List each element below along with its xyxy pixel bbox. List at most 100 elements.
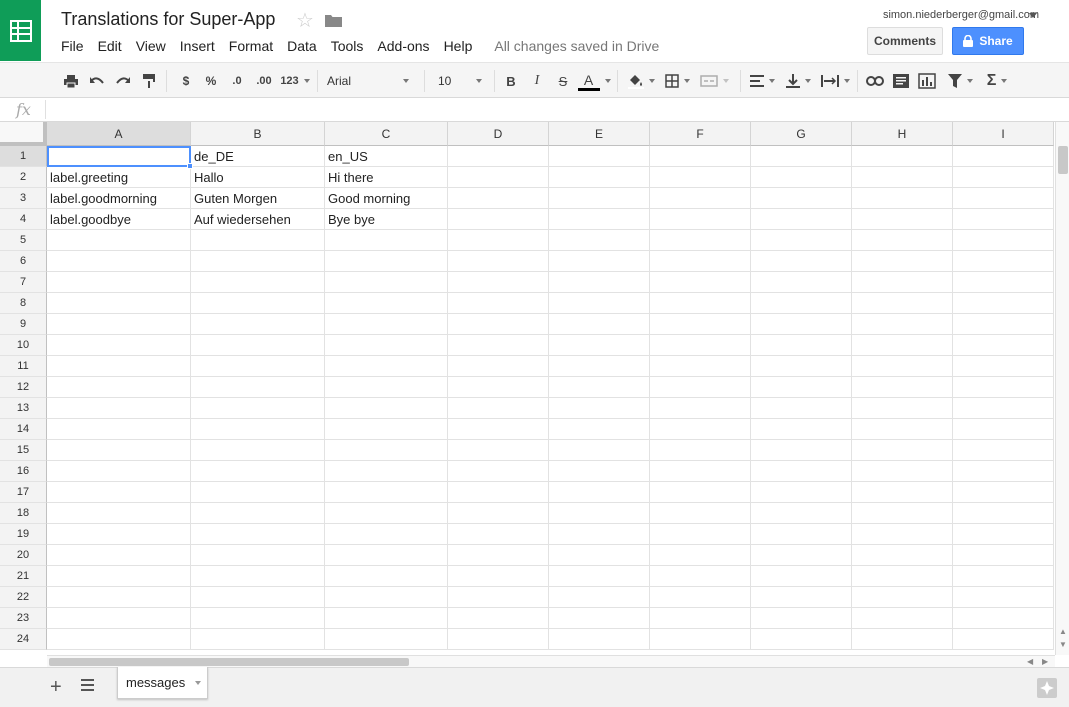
cell-g14[interactable] — [751, 419, 852, 440]
menu-file[interactable]: File — [54, 36, 91, 56]
select-all-corner[interactable] — [0, 122, 47, 146]
menu-view[interactable]: View — [129, 36, 173, 56]
italic-button[interactable]: I — [528, 70, 546, 92]
cell-d17[interactable] — [448, 482, 549, 503]
cell-i22[interactable] — [953, 587, 1054, 608]
cell-i15[interactable] — [953, 440, 1054, 461]
column-header-e[interactable]: E — [549, 122, 650, 146]
cell-a12[interactable] — [47, 377, 191, 398]
cell-i3[interactable] — [953, 188, 1054, 209]
cell-c23[interactable] — [325, 608, 448, 629]
cell-i16[interactable] — [953, 461, 1054, 482]
increase-decimal-button[interactable]: .00 — [252, 70, 276, 92]
paint-format-icon[interactable] — [138, 70, 160, 92]
cell-b24[interactable] — [191, 629, 325, 650]
cell-b11[interactable] — [191, 356, 325, 377]
cell-i9[interactable] — [953, 314, 1054, 335]
cell-h24[interactable] — [852, 629, 953, 650]
cell-g13[interactable] — [751, 398, 852, 419]
cell-g3[interactable] — [751, 188, 852, 209]
cell-g8[interactable] — [751, 293, 852, 314]
cell-f13[interactable] — [650, 398, 751, 419]
cell-h17[interactable] — [852, 482, 953, 503]
column-header-d[interactable]: D — [448, 122, 549, 146]
row-header-14[interactable]: 14 — [0, 419, 47, 440]
cell-f18[interactable] — [650, 503, 751, 524]
cell-a16[interactable] — [47, 461, 191, 482]
cell-g19[interactable] — [751, 524, 852, 545]
cell-d14[interactable] — [448, 419, 549, 440]
bold-button[interactable]: B — [502, 70, 520, 92]
cell-h16[interactable] — [852, 461, 953, 482]
cell-a14[interactable] — [47, 419, 191, 440]
cell-e4[interactable] — [549, 209, 650, 230]
cell-c11[interactable] — [325, 356, 448, 377]
undo-icon[interactable] — [86, 70, 108, 92]
cell-d16[interactable] — [448, 461, 549, 482]
cell-i21[interactable] — [953, 566, 1054, 587]
fill-color-button[interactable] — [624, 70, 658, 92]
cell-i24[interactable] — [953, 629, 1054, 650]
cell-i12[interactable] — [953, 377, 1054, 398]
cell-d8[interactable] — [448, 293, 549, 314]
cell-c6[interactable] — [325, 251, 448, 272]
cell-a3[interactable]: label.goodmorning — [47, 188, 191, 209]
fill-handle[interactable] — [187, 163, 193, 169]
cell-g20[interactable] — [751, 545, 852, 566]
cell-c2[interactable]: Hi there — [325, 167, 448, 188]
cell-b16[interactable] — [191, 461, 325, 482]
scroll-right-icon[interactable]: ▶ — [1042, 657, 1048, 666]
scroll-down-icon[interactable]: ▼ — [1059, 640, 1067, 649]
cell-d12[interactable] — [448, 377, 549, 398]
cell-d7[interactable] — [448, 272, 549, 293]
cell-h1[interactable] — [852, 146, 953, 167]
cell-i18[interactable] — [953, 503, 1054, 524]
horizontal-scrollbar[interactable]: ◀ ▶ — [47, 655, 1055, 667]
cell-f5[interactable] — [650, 230, 751, 251]
cell-f3[interactable] — [650, 188, 751, 209]
cell-h13[interactable] — [852, 398, 953, 419]
column-header-i[interactable]: I — [953, 122, 1054, 146]
explore-button[interactable] — [1037, 678, 1057, 698]
cell-e22[interactable] — [549, 587, 650, 608]
cell-h6[interactable] — [852, 251, 953, 272]
menu-edit[interactable]: Edit — [91, 36, 129, 56]
row-header-22[interactable]: 22 — [0, 587, 47, 608]
cell-b10[interactable] — [191, 335, 325, 356]
cell-c19[interactable] — [325, 524, 448, 545]
folder-icon[interactable] — [325, 14, 342, 27]
sheet-list-icon[interactable] — [81, 679, 94, 691]
cell-c16[interactable] — [325, 461, 448, 482]
row-header-20[interactable]: 20 — [0, 545, 47, 566]
chevron-down-icon[interactable] — [195, 680, 202, 685]
cell-c21[interactable] — [325, 566, 448, 587]
cell-c18[interactable] — [325, 503, 448, 524]
row-header-4[interactable]: 4 — [0, 209, 47, 230]
cell-h21[interactable] — [852, 566, 953, 587]
cell-h22[interactable] — [852, 587, 953, 608]
cell-d24[interactable] — [448, 629, 549, 650]
cell-i14[interactable] — [953, 419, 1054, 440]
cell-g5[interactable] — [751, 230, 852, 251]
formula-input[interactable] — [48, 100, 1048, 119]
cell-h5[interactable] — [852, 230, 953, 251]
cell-b1[interactable]: de_DE — [191, 146, 325, 167]
cell-c9[interactable] — [325, 314, 448, 335]
cell-h14[interactable] — [852, 419, 953, 440]
cell-b17[interactable] — [191, 482, 325, 503]
row-header-21[interactable]: 21 — [0, 566, 47, 587]
cell-f24[interactable] — [650, 629, 751, 650]
column-header-b[interactable]: B — [191, 122, 325, 146]
cell-d13[interactable] — [448, 398, 549, 419]
cell-c7[interactable] — [325, 272, 448, 293]
row-header-9[interactable]: 9 — [0, 314, 47, 335]
cell-f22[interactable] — [650, 587, 751, 608]
currency-format-button[interactable]: $ — [176, 70, 196, 92]
cell-i19[interactable] — [953, 524, 1054, 545]
cell-f15[interactable] — [650, 440, 751, 461]
cell-e3[interactable] — [549, 188, 650, 209]
row-header-12[interactable]: 12 — [0, 377, 47, 398]
cell-f14[interactable] — [650, 419, 751, 440]
menu-data[interactable]: Data — [280, 36, 324, 56]
cell-g11[interactable] — [751, 356, 852, 377]
